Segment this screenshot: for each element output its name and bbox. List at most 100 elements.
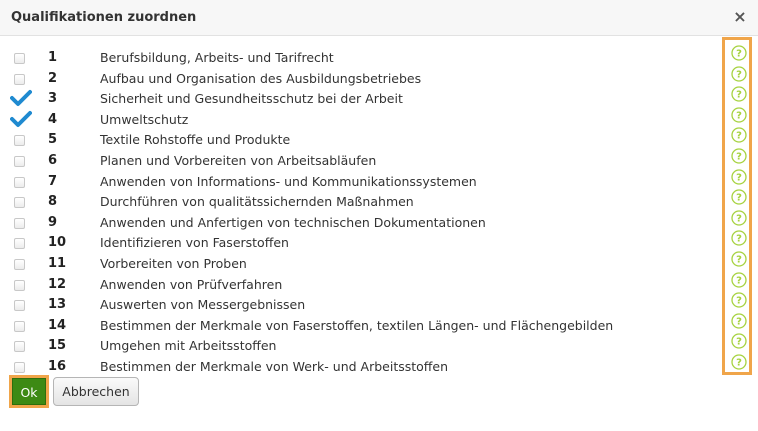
qualification-row: 4 Umweltschutz [0, 110, 720, 130]
qualification-label: Bestimmen der Merkmale von Werk- und Arb… [100, 359, 449, 374]
qualification-number: 5 [48, 132, 58, 148]
qualification-label: Anwenden von Prüfverfahren [100, 276, 283, 292]
qualification-label: Durchführen von qualitätssichernden Maßn… [100, 194, 414, 210]
svg-text:?: ? [736, 234, 742, 245]
help-icons-column: ???????????????? [722, 37, 752, 375]
qualification-number: 12 [48, 276, 67, 292]
svg-text:?: ? [736, 131, 742, 142]
qualification-number: 13 [48, 297, 67, 313]
question-circle-icon[interactable]: ? [731, 148, 747, 164]
qualification-label: Planen und Vorbereiten von Arbeitsabläuf… [100, 153, 377, 168]
qualification-row: 7 Anwenden von Informations- und Kommunik… [0, 172, 720, 192]
qualification-number: 6 [48, 153, 58, 168]
dialog-footer: Ok Abbrechen [0, 373, 758, 431]
question-circle-icon[interactable]: ? [731, 292, 747, 308]
checkbox-checked[interactable] [10, 89, 32, 107]
svg-text:?: ? [736, 49, 742, 60]
question-circle-icon[interactable]: ? [731, 354, 747, 370]
svg-text:?: ? [736, 110, 742, 121]
qualification-label: Aufbau und Organisation des Ausbildungsb… [100, 70, 422, 86]
checkbox[interactable] [14, 73, 25, 85]
qualifications-dialog: Qualifikationen zuordnen × 1 Berufsbildun… [0, 0, 758, 431]
checkbox[interactable] [14, 176, 25, 188]
qualification-label: Auswerten von Messergebnissen [100, 297, 306, 313]
qualification-number: 3 [48, 91, 58, 107]
checkbox[interactable] [14, 259, 25, 270]
question-circle-icon[interactable]: ? [731, 189, 747, 205]
checkbox[interactable] [14, 341, 25, 353]
question-circle-icon[interactable]: ? [731, 210, 747, 226]
qualification-row: 2 Aufbau und Organisation des Ausbildungs… [0, 69, 720, 89]
qualification-number: 14 [48, 317, 67, 333]
svg-text:?: ? [736, 172, 742, 183]
checkbox[interactable] [14, 238, 25, 250]
qualification-number: 2 [48, 70, 58, 86]
svg-text:?: ? [736, 152, 742, 163]
dialog-titlebar: Qualifikationen zuordnen × [0, 0, 758, 36]
checkbox[interactable] [14, 156, 25, 167]
checkbox[interactable] [14, 135, 25, 147]
svg-text:?: ? [736, 316, 742, 327]
question-circle-icon[interactable]: ? [731, 65, 747, 82]
question-circle-icon[interactable]: ? [731, 86, 747, 102]
cancel-button[interactable]: Abbrechen [53, 377, 139, 406]
qualification-number: 1 [48, 50, 58, 65]
checkbox[interactable] [14, 300, 25, 312]
checkbox[interactable] [14, 320, 25, 332]
qualification-row: 11 Vorbereiten von Proben [0, 254, 720, 274]
qualification-number: 15 [48, 338, 67, 354]
qualification-row: 5 Textile Rohstoffe und Produkte [0, 130, 720, 150]
qualification-label: Berufsbildung, Arbeits- und Tarifrecht [100, 50, 334, 65]
ok-button[interactable]: Ok [12, 378, 46, 405]
question-circle-icon[interactable]: ? [731, 313, 747, 329]
svg-text:?: ? [736, 255, 742, 266]
qualification-number: 11 [48, 256, 67, 271]
qualification-label: Umgehen mit Arbeitsstoffen [100, 338, 277, 354]
qualification-label: Textile Rohstoffe und Produkte [100, 132, 291, 148]
qualification-number: 4 [48, 111, 58, 127]
qualification-row: 10 Identifizieren von Faserstoffen [0, 233, 720, 253]
question-circle-icon[interactable]: ? [731, 333, 747, 350]
checkbox[interactable] [14, 362, 25, 373]
checkbox[interactable] [14, 53, 25, 64]
question-circle-icon[interactable]: ? [731, 45, 747, 61]
question-circle-icon[interactable]: ? [731, 271, 747, 288]
qualification-label: Anwenden von Informations- und Kommunika… [100, 173, 477, 189]
question-circle-icon[interactable]: ? [731, 230, 747, 247]
qualification-number: 8 [48, 194, 58, 210]
svg-text:?: ? [736, 193, 742, 204]
checkbox-checked[interactable] [10, 110, 32, 128]
question-circle-icon[interactable]: ? [731, 251, 747, 267]
svg-text:?: ? [736, 337, 742, 348]
qualification-row: 3 Sicherheit und Gesundheitsschutz bei de… [0, 89, 720, 109]
qualification-label: Vorbereiten von Proben [100, 256, 247, 271]
qualification-label: Identifizieren von Faserstoffen [100, 235, 289, 251]
close-icon[interactable]: × [732, 8, 748, 26]
qualification-label: Bestimmen der Merkmale von Faserstoffen,… [100, 317, 614, 333]
qualification-row: 8 Durchführen von qualitätssichernden Maß… [0, 192, 720, 212]
qualification-row: 9 Anwenden und Anfertigen von technischen… [0, 213, 720, 233]
checkbox[interactable] [14, 279, 25, 291]
qualification-label: Umweltschutz [100, 111, 189, 127]
qualification-row: 12 Anwenden von Prüfverfahren [0, 275, 720, 295]
svg-text:?: ? [736, 69, 742, 80]
qualification-label: Sicherheit und Gesundheitsschutz bei der… [100, 91, 403, 107]
svg-text:?: ? [736, 275, 742, 286]
ok-button-highlight: Ok [9, 375, 49, 408]
dialog-title: Qualifikationen zuordnen [11, 10, 197, 25]
svg-text:?: ? [736, 90, 742, 101]
question-circle-icon[interactable]: ? [731, 107, 747, 123]
svg-text:?: ? [736, 213, 742, 224]
svg-text:?: ? [736, 358, 742, 369]
qualification-row: 6 Planen und Vorbereiten von Arbeitsabläu… [0, 151, 720, 171]
qualification-row: 13 Auswerten von Messergebnissen [0, 295, 720, 315]
checkbox[interactable] [14, 217, 25, 229]
qualification-row: 15 Umgehen mit Arbeitsstoffen [0, 336, 720, 356]
qualification-number: 7 [48, 173, 58, 189]
question-circle-icon[interactable]: ? [731, 127, 747, 144]
qualification-number: 16 [48, 359, 67, 374]
question-circle-icon[interactable]: ? [731, 168, 747, 185]
qualification-row: 1 Berufsbildung, Arbeits- und Tarifrecht [0, 48, 720, 68]
checkbox[interactable] [14, 197, 25, 209]
qualification-label: Anwenden und Anfertigen von technischen … [100, 214, 486, 230]
